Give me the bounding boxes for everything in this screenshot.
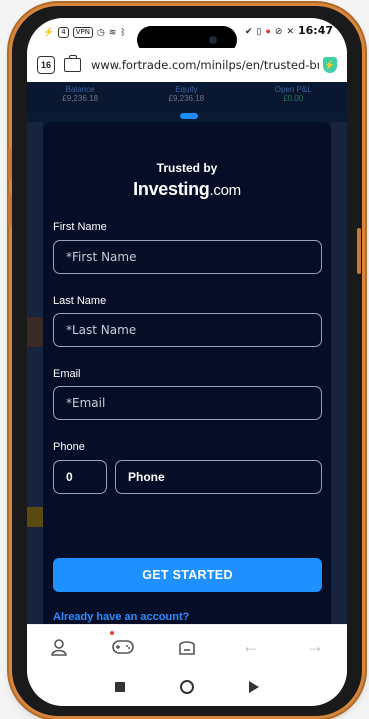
email-field[interactable]: *Email [53, 386, 322, 420]
phone-number-field[interactable]: Phone [115, 460, 322, 494]
system-nav-bar [27, 668, 347, 706]
stat-label: Equity [175, 85, 198, 94]
stat-value: £9,236.18 [62, 94, 98, 103]
bluetooth-icon: ᛒ [120, 27, 126, 37]
browser-url-bar: 16 www.fortrade.com/minilps/en/trusted-b… [27, 48, 347, 82]
investing-logo: Investing.com [43, 179, 331, 200]
back-icon[interactable]: ← [238, 634, 264, 660]
back-triangle-icon[interactable] [249, 681, 260, 693]
last-name-label: Last Name [53, 295, 107, 307]
status-left-icons: ⚡ 4 VPN ◷ ≋ ᛒ [43, 26, 126, 38]
profile-icon[interactable] [46, 634, 72, 660]
stat-value: £9,236.18 [168, 94, 205, 103]
status-badge-4: 4 [58, 26, 69, 38]
games-icon[interactable] [110, 630, 136, 660]
flash-icon: ⚡ [43, 27, 55, 37]
signup-modal: Trusted by Investing.com First Name *Fir… [43, 122, 331, 624]
first-name-field[interactable]: *First Name [53, 240, 322, 274]
email-label: Email [53, 368, 81, 380]
power-button [357, 228, 361, 274]
last-name-field[interactable]: *Last Name [53, 313, 322, 347]
status-right-icons: ✔ ▯ ● ⊘ ✕ 16:47 [245, 24, 333, 37]
stat-value: £0.00 [283, 94, 304, 103]
phone-screen: ⚡ 4 VPN ◷ ≋ ᛒ ✔ ▯ ● ⊘ ✕ 16:47 16 www.for… [27, 18, 347, 706]
phone-label: Phone [53, 441, 85, 453]
check-icon: ✔ [244, 25, 253, 36]
trusted-by-text: Trusted by [156, 161, 218, 175]
notification-dot [110, 630, 114, 635]
record-icon: ● [265, 25, 271, 36]
stat-label: Open P&L [274, 85, 312, 94]
alarm-off-icon: ⊘ [274, 25, 283, 36]
status-time: 16:47 [297, 24, 333, 37]
shield-icon[interactable]: ⚡ [323, 57, 337, 73]
tab-count-button[interactable]: 16 [37, 56, 55, 74]
briefcase-icon[interactable] [64, 55, 81, 72]
first-name-label: First Name [53, 221, 107, 233]
web-content: Balance £9,236.18 Equity £9,236.18 Open … [27, 82, 347, 624]
battery-box-icon: ▯ [256, 25, 262, 36]
recents-icon[interactable] [114, 682, 125, 692]
background-stats-bar: Balance £9,236.18 Equity £9,236.18 Open … [27, 82, 347, 112]
stat-open-pnl: Open P&L £0.00 [275, 82, 312, 112]
forward-icon[interactable]: → [302, 634, 328, 660]
vpn-icon: VPN [72, 26, 93, 38]
get-started-button[interactable]: GET STARTED [53, 558, 322, 592]
scroll-indicator [180, 113, 198, 119]
already-have-account-link[interactable]: Already have an account? [53, 611, 189, 623]
logo-main: Investing [133, 179, 210, 199]
tabs-icon[interactable] [174, 634, 200, 660]
browser-bottom-nav: ← → [27, 624, 347, 668]
wifi-icon: ≋ [108, 27, 117, 37]
camera-icon [209, 36, 217, 44]
x-icon: ✕ [286, 25, 294, 36]
phone-code-field[interactable]: 0 [53, 460, 107, 494]
volume-up-button [8, 148, 12, 180]
background-right-edge [331, 122, 347, 624]
stat-equity: Equity £9,236.18 [169, 82, 205, 112]
background-left-edge [27, 122, 43, 624]
logo-suffix: .com [209, 182, 242, 199]
url-field[interactable]: www.fortrade.com/minilps/en/trusted-brok [91, 58, 319, 72]
stat-balance: Balance £9,236.18 [62, 82, 98, 112]
volume-down-button [8, 194, 12, 226]
clock-icon: ◷ [96, 27, 105, 37]
stat-label: Balance [65, 85, 95, 94]
home-icon[interactable] [179, 680, 194, 694]
